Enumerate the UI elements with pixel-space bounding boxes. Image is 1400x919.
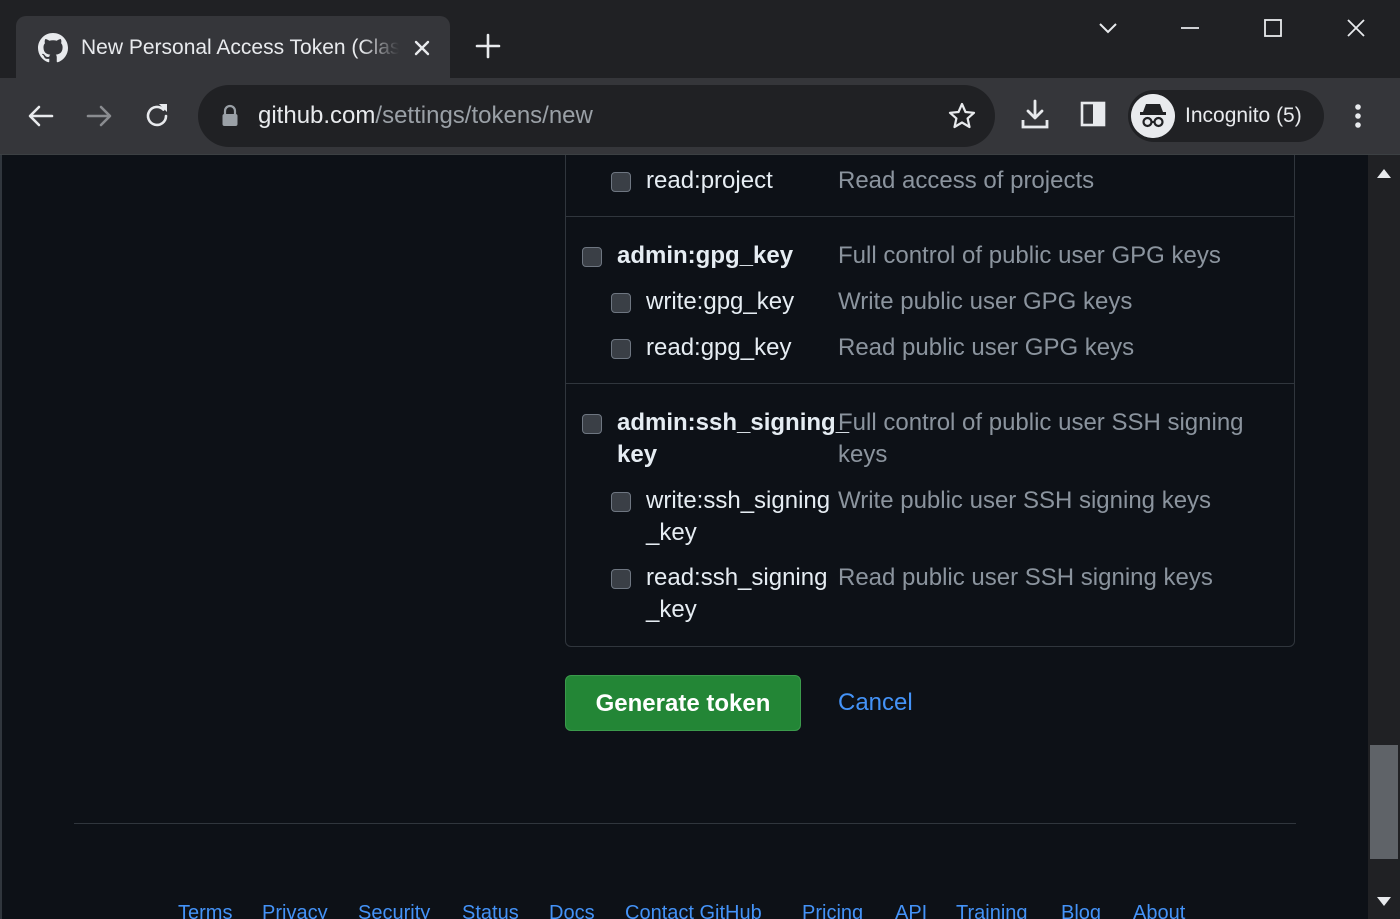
scrollbar-thumb[interactable] [1370, 745, 1398, 859]
footer-link-api[interactable]: API [895, 899, 927, 919]
vertical-scrollbar[interactable] [1368, 155, 1400, 919]
footer-link-security[interactable]: Security [358, 899, 430, 919]
scope-desc-read-ssh-signing-key: Read public user SSH signing keys [838, 564, 1213, 591]
scroll-down-arrow-icon[interactable] [1377, 897, 1391, 906]
scope-checkbox-write-ssh-signing-key[interactable] [611, 492, 631, 512]
scope-desc-admin-gpg-key: Full control of public user GPG keys [838, 242, 1221, 269]
scope-checkbox-write-gpg-key[interactable] [611, 293, 631, 313]
back-icon[interactable] [23, 98, 59, 134]
active-tab[interactable]: New Personal Access Token (Classic) [16, 16, 450, 78]
browser-window: New Personal Access Token (Classic) gith… [0, 0, 1400, 919]
scope-name-read-ssh-signing-key-cont: _key [646, 596, 697, 623]
footer-divider [74, 823, 1296, 824]
tab-search-icon[interactable] [1092, 12, 1124, 44]
footer-link-about[interactable]: About [1133, 899, 1185, 919]
lock-icon[interactable] [220, 104, 240, 128]
url-host: github.com [258, 102, 376, 129]
profile-button[interactable]: Incognito (5) [1128, 90, 1324, 142]
scope-checkbox-admin-ssh-signing-key[interactable] [582, 414, 602, 434]
footer-link-terms[interactable]: Terms [178, 899, 232, 919]
scope-desc-admin-ssh-signing-key: Full control of public user SSH signing [838, 409, 1244, 436]
scope-name-read-project: read:project [646, 167, 773, 194]
footer-link-contact[interactable]: Contact GitHub [625, 899, 762, 919]
scope-name-admin-gpg-key: admin:gpg_key [617, 242, 794, 269]
footer-link-training[interactable]: Training [956, 899, 1028, 919]
incognito-icon [1131, 94, 1175, 138]
url-path: /settings/tokens/new [375, 102, 593, 129]
maximize-icon[interactable] [1257, 12, 1289, 44]
url-text[interactable]: github.com/settings/tokens/new [258, 99, 593, 133]
close-icon[interactable] [408, 34, 436, 62]
page-content: read:project Read access of projects adm… [0, 155, 1368, 919]
forward-icon[interactable] [81, 98, 117, 134]
reload-icon[interactable] [139, 98, 175, 134]
scope-group-divider [566, 383, 1294, 384]
scope-name-read-ssh-signing-key: read:ssh_signing [646, 564, 828, 591]
bookmark-star-icon[interactable] [946, 100, 978, 132]
scroll-up-arrow-icon[interactable] [1377, 169, 1391, 178]
scope-name-admin-ssh-signing-key-cont: key [617, 441, 658, 468]
scope-checkbox-admin-gpg-key[interactable] [582, 247, 602, 267]
new-tab-icon[interactable] [472, 30, 504, 62]
scope-name-admin-ssh-signing-key: admin:ssh_signing_ [617, 409, 850, 436]
scope-desc-read-gpg-key: Read public user GPG keys [838, 334, 1135, 361]
footer-link-blog[interactable]: Blog [1061, 899, 1101, 919]
scope-checkbox-read-project[interactable] [611, 172, 631, 192]
footer-link-status[interactable]: Status [462, 899, 519, 919]
scope-name-write-gpg-key: write:gpg_key [646, 288, 795, 315]
title-bar: New Personal Access Token (Classic) [0, 0, 1400, 78]
scope-name-write-ssh-signing-key: write:ssh_signing [646, 487, 831, 514]
menu-icon[interactable] [1340, 98, 1376, 134]
cancel-link[interactable]: Cancel [838, 687, 913, 719]
scope-desc-write-ssh-signing-key: Write public user SSH signing keys [838, 487, 1212, 514]
scope-checkbox-read-gpg-key[interactable] [611, 339, 631, 359]
scope-desc-read-project: Read access of projects [838, 167, 1095, 194]
footer-link-docs[interactable]: Docs [549, 899, 595, 919]
scope-desc-write-gpg-key: Write public user GPG keys [838, 288, 1133, 315]
window-close-icon[interactable] [1340, 12, 1372, 44]
generate-token-button[interactable]: Generate token [565, 675, 801, 731]
scope-name-read-gpg-key: read:gpg_key [646, 334, 792, 361]
footer-link-privacy[interactable]: Privacy [262, 899, 328, 919]
scope-name-write-ssh-signing-key-cont: _key [646, 519, 697, 546]
tab-title: New Personal Access Token (Classic) [81, 36, 399, 59]
browser-toolbar: github.com/settings/tokens/new Incognito… [0, 78, 1400, 154]
profile-label: Incognito (5) [1185, 104, 1302, 127]
download-icon[interactable] [1017, 96, 1053, 132]
scope-group-divider [566, 216, 1294, 217]
footer-link-pricing[interactable]: Pricing [802, 899, 863, 919]
viewport-edge [0, 155, 2, 919]
scope-checkbox-read-ssh-signing-key[interactable] [611, 569, 631, 589]
minimize-icon[interactable] [1174, 12, 1206, 44]
side-panel-icon[interactable] [1075, 96, 1111, 132]
address-bar[interactable]: github.com/settings/tokens/new [198, 85, 995, 147]
github-icon [38, 33, 68, 63]
scope-desc-admin-ssh-signing-key-cont: keys [838, 441, 888, 468]
